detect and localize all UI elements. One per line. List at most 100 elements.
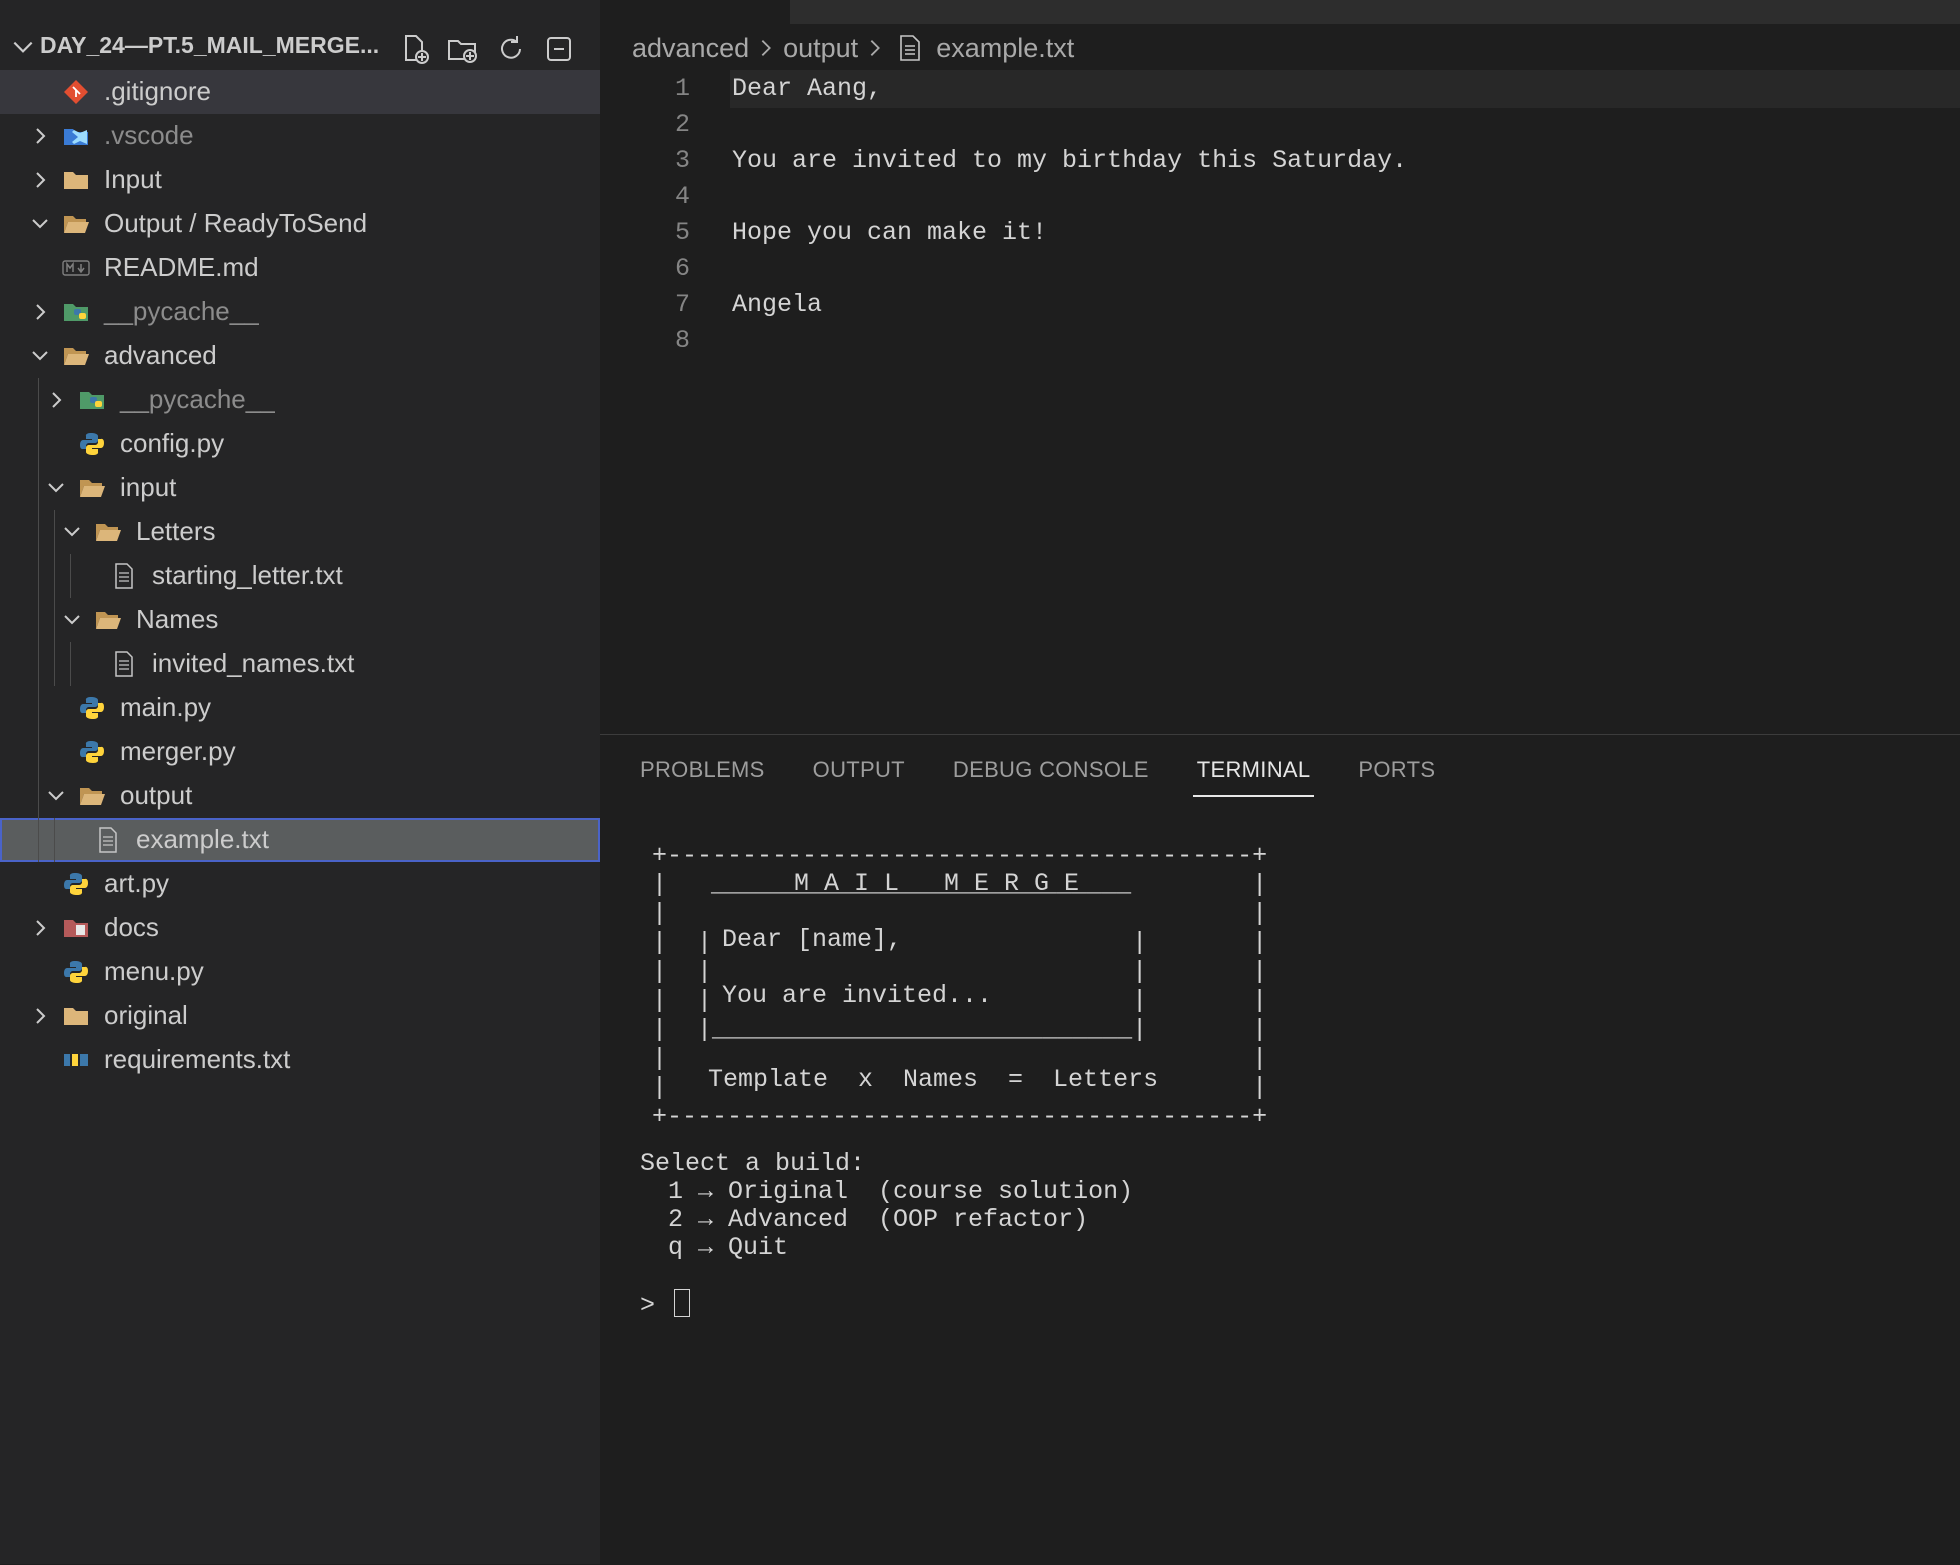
breadcrumb: advanced output example.txt: [632, 30, 1074, 66]
tree-item[interactable]: README.md: [0, 246, 600, 290]
python-icon: [78, 431, 106, 457]
vscode-folder-icon: [62, 123, 90, 149]
chevron-down-icon[interactable]: [60, 608, 84, 632]
menu-option-advanced: 2 → Advanced (OOP refactor): [668, 1205, 1089, 1234]
tree-item-label: Output / ReadyToSend: [104, 208, 368, 238]
code-line[interactable]: Angela: [732, 290, 822, 319]
chevron-right-icon[interactable]: [28, 1004, 52, 1028]
explorer-header[interactable]: DAY_24—PT.5_MAIL_MERGE...: [0, 24, 600, 70]
chevron-right-icon[interactable]: [28, 168, 52, 192]
chevron-down-icon[interactable]: [28, 344, 52, 368]
tab-terminal[interactable]: TERMINAL: [1192, 757, 1315, 797]
new-file-icon[interactable]: [398, 32, 432, 66]
tree-item[interactable]: config.py: [0, 422, 600, 466]
tree-item-label: docs: [104, 912, 159, 942]
indent-guide: [54, 510, 55, 686]
tree-item-label: menu.py: [104, 956, 204, 986]
tree-item[interactable]: merger.py: [0, 730, 600, 774]
text-file-icon: [900, 35, 920, 61]
folder-open-icon: [94, 519, 122, 545]
indent-guide: [54, 818, 55, 862]
folder-open-icon: [78, 783, 106, 809]
refresh-icon[interactable]: [494, 32, 528, 66]
folder-icon: [62, 167, 90, 193]
code-line[interactable]: Dear Aang,: [732, 74, 882, 103]
line-number: 4: [674, 182, 690, 211]
tree-item[interactable]: example.txt: [0, 818, 600, 862]
input-line[interactable]: >: [640, 1289, 691, 1320]
chevron-right-icon[interactable]: [44, 388, 68, 412]
breadcrumb-folder-advanced[interactable]: advanced: [632, 33, 749, 64]
tree-item[interactable]: output: [0, 774, 600, 818]
tree-item-label: Names: [136, 604, 219, 634]
python-icon: [62, 871, 90, 897]
tree-item[interactable]: .vscode: [0, 114, 600, 158]
tree-item[interactable]: art.py: [0, 862, 600, 906]
breadcrumb-file[interactable]: example.txt: [936, 33, 1074, 64]
python-icon: [78, 695, 106, 721]
chevron-down-icon[interactable]: [60, 520, 84, 544]
tree-item[interactable]: Letters: [0, 510, 600, 554]
tree-item-label: example.txt: [136, 824, 269, 854]
tab-problems[interactable]: PROBLEMS: [640, 757, 765, 797]
tree-item[interactable]: advanced: [0, 334, 600, 378]
chevron-down-icon[interactable]: [28, 212, 52, 236]
tab-output[interactable]: OUTPUT: [813, 757, 905, 797]
breadcrumb-folder-output[interactable]: output: [783, 33, 858, 64]
tree-item[interactable]: Names: [0, 598, 600, 642]
text-file-icon: [110, 563, 138, 589]
editor-tab-strip: [600, 0, 1960, 24]
tree-item[interactable]: __pycache__: [0, 290, 600, 334]
tree-item[interactable]: original: [0, 994, 600, 1038]
chevron-down-icon[interactable]: [10, 34, 36, 60]
new-folder-icon[interactable]: [446, 32, 480, 66]
tree-item-label: README.md: [104, 252, 259, 282]
line-number: 5: [674, 218, 690, 247]
workspace-title: DAY_24—PT.5_MAIL_MERGE...: [40, 32, 380, 58]
text-file-icon: [94, 827, 122, 853]
chevron-down-icon[interactable]: [44, 784, 68, 808]
tree-item[interactable]: menu.py: [0, 950, 600, 994]
tree-item[interactable]: invited_names.txt: [0, 642, 600, 686]
tree-item-label: art.py: [104, 868, 170, 898]
banner-greeting: Dear [name],: [722, 925, 903, 954]
tree-item-label: config.py: [120, 428, 225, 458]
tree-item[interactable]: main.py: [0, 686, 600, 730]
tree-item[interactable]: input: [0, 466, 600, 510]
tree-item[interactable]: starting_letter.txt: [0, 554, 600, 598]
tree-item-label: merger.py: [120, 736, 236, 766]
tree-item-label: __pycache__: [104, 296, 259, 326]
tree-item-label: __pycache__: [120, 384, 275, 414]
code-line[interactable]: You are invited to my birthday this Satu…: [732, 146, 1407, 175]
python-icon: [62, 959, 90, 985]
tree-item[interactable]: Output / ReadyToSend: [0, 202, 600, 246]
git-icon: [62, 79, 90, 105]
chevron-right-icon[interactable]: [28, 916, 52, 940]
folder-open-icon: [62, 211, 90, 237]
tree-item-label: .vscode: [104, 120, 194, 150]
editor-area[interactable]: advanced output example.txt 1 Dear Aang, 2…: [600, 24, 1960, 734]
menu-prompt: Select a build:: [640, 1149, 866, 1178]
tree-item[interactable]: .gitignore: [0, 70, 600, 114]
tree-item[interactable]: Input: [0, 158, 600, 202]
current-line-highlight: [730, 70, 1960, 108]
chevron-right-icon: [870, 40, 881, 56]
editor-tab-active[interactable]: [600, 0, 790, 24]
tree-item-label: main.py: [120, 692, 212, 722]
tree-item-label: .gitignore: [104, 76, 211, 106]
input-prompt: >: [640, 1291, 656, 1320]
tree-item[interactable]: docs: [0, 906, 600, 950]
indent-guide: [38, 378, 39, 862]
tab-debug-console[interactable]: DEBUG CONSOLE: [953, 757, 1149, 797]
collapse-all-icon[interactable]: [542, 32, 576, 66]
tree-item[interactable]: requirements.txt: [0, 1038, 600, 1082]
docs-folder-icon: [62, 915, 90, 941]
line-number: 6: [674, 254, 690, 283]
tree-item[interactable]: __pycache__: [0, 378, 600, 422]
tab-ports[interactable]: PORTS: [1358, 757, 1435, 797]
chevron-down-icon[interactable]: [44, 476, 68, 500]
chevron-right-icon[interactable]: [28, 124, 52, 148]
chevron-right-icon[interactable]: [28, 300, 52, 324]
menu-option-quit: q → Quit: [668, 1233, 789, 1262]
code-line[interactable]: Hope you can make it!: [732, 218, 1047, 247]
